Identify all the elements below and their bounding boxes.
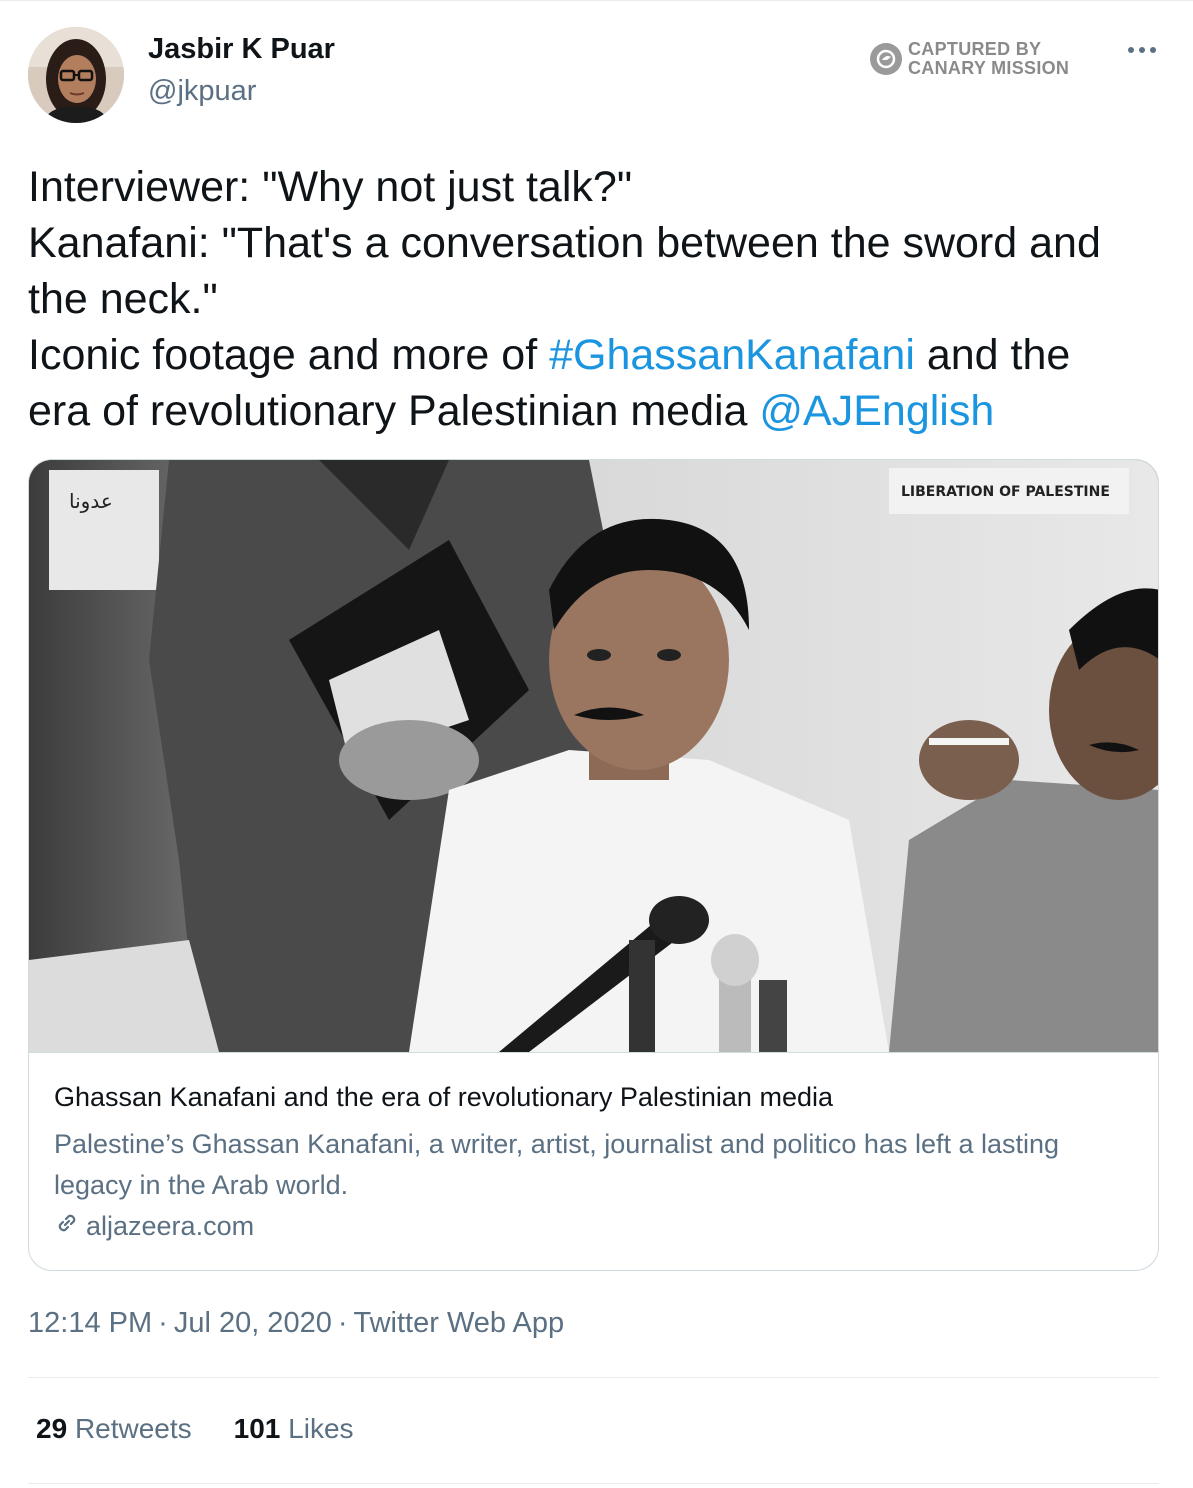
divider bbox=[28, 1377, 1159, 1378]
card-title: Ghassan Kanafani and the era of revoluti… bbox=[54, 1082, 833, 1112]
retweets-label: Retweets bbox=[74, 1413, 192, 1444]
card-domain: aljazeera.com bbox=[54, 1210, 254, 1243]
link-preview-card[interactable]: عدونا LIBERATION OF PALESTINE Ghassan Ka… bbox=[28, 459, 1159, 1271]
hashtag-link[interactable]: #GhassanKanafani bbox=[549, 331, 915, 379]
watermark-text: CAPTURED BY CANARY MISSION bbox=[908, 40, 1069, 78]
meta-separator: · bbox=[158, 1307, 168, 1339]
tweet-meta: 12:14 PM · Jul 20, 2020 · Twitter Web App bbox=[28, 1307, 564, 1340]
avatar-image bbox=[28, 27, 124, 123]
mention-link[interactable]: @AJEnglish bbox=[759, 387, 994, 435]
card-description: Palestine’s Ghassan Kanafani, a writer, … bbox=[54, 1129, 1060, 1200]
tweet-date[interactable]: Jul 20, 2020 bbox=[174, 1307, 332, 1339]
tweet-text-segment: Iconic footage and more of bbox=[28, 331, 550, 379]
tweet-text-line: the neck." bbox=[28, 275, 218, 323]
tweet-time[interactable]: 12:14 PM bbox=[28, 1307, 152, 1339]
card-photo: عدونا LIBERATION OF PALESTINE bbox=[29, 460, 1158, 1052]
canary-mission-watermark: CAPTURED BY CANARY MISSION bbox=[870, 39, 1069, 79]
divider bbox=[28, 1483, 1159, 1484]
watermark-line-1: CAPTURED BY bbox=[908, 39, 1042, 59]
link-icon bbox=[54, 1210, 80, 1243]
meta-separator: · bbox=[337, 1307, 348, 1339]
arabic-sign-text: عدونا bbox=[69, 489, 113, 513]
tweet-text-segment: era of revolutionary Palestinian media bbox=[28, 387, 760, 435]
tweet-text-line: Interviewer: "Why not just talk?" bbox=[28, 163, 633, 211]
retweets-count: 29 bbox=[36, 1413, 68, 1444]
watermark-line-2: CANARY MISSION bbox=[908, 58, 1070, 78]
likes-stat[interactable]: 101 Likes bbox=[234, 1413, 354, 1445]
retweets-stat[interactable]: 29 Retweets bbox=[36, 1413, 192, 1445]
tweet: Jasbir K Puar @jkpuar CAPTURED BY CANARY… bbox=[0, 0, 1193, 1488]
more-icon[interactable] bbox=[1120, 35, 1164, 65]
more-dot bbox=[1139, 47, 1145, 53]
likes-count: 101 bbox=[233, 1413, 281, 1444]
avatar[interactable] bbox=[28, 27, 124, 123]
author-handle[interactable]: @jkpuar bbox=[148, 75, 256, 108]
card-domain-text: aljazeera.com bbox=[86, 1211, 255, 1241]
tweet-source[interactable]: Twitter Web App bbox=[354, 1307, 565, 1339]
more-dot bbox=[1150, 47, 1156, 53]
likes-label: Likes bbox=[288, 1413, 354, 1444]
tweet-text-line: era of revolutionary Palestinian media @… bbox=[28, 383, 1168, 439]
canary-mission-logo-icon bbox=[870, 43, 902, 75]
author-name[interactable]: Jasbir K Puar bbox=[148, 33, 335, 66]
tweet-text-segment: and the bbox=[914, 331, 1071, 379]
tweet-text-line: Iconic footage and more of #GhassanKanaf… bbox=[28, 327, 1168, 383]
tweet-text: Interviewer: "Why not just talk?" Kanafa… bbox=[28, 159, 1168, 439]
more-dot bbox=[1128, 47, 1134, 53]
card-image: عدونا LIBERATION OF PALESTINE bbox=[29, 460, 1158, 1053]
tweet-text-line: Kanafani: "That's a conversation between… bbox=[28, 219, 1101, 267]
banner-sign-text: LIBERATION OF PALESTINE bbox=[901, 484, 1110, 500]
tweet-stats: 29 Retweets 101 Likes bbox=[36, 1413, 354, 1445]
